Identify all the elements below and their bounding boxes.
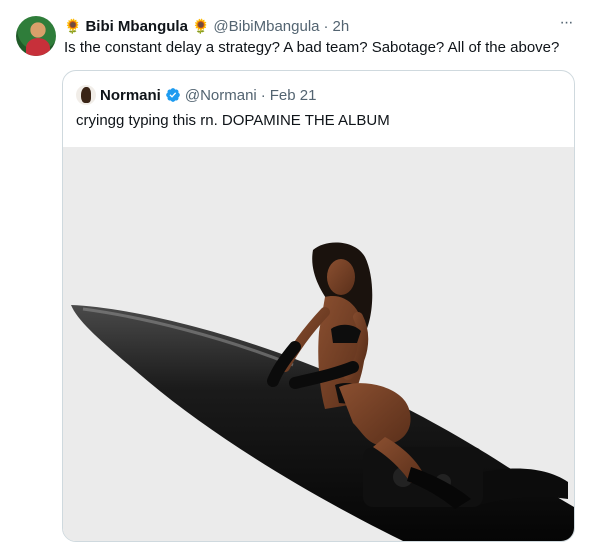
quoted-display-name[interactable]: Normani (100, 87, 161, 104)
handle[interactable]: @BibiMbangula (213, 18, 319, 35)
tweet-text: Is the constant delay a strategy? A bad … (64, 39, 560, 56)
more-icon[interactable]: ··· (555, 15, 577, 36)
sunflower-icon: 🌻 (64, 18, 82, 34)
album-art-illustration (63, 147, 574, 541)
display-name[interactable]: Bibi Mbangula (85, 18, 188, 35)
quoted-tweet[interactable]: Normani @Normani · Feb 21 cryingg typing… (62, 70, 575, 542)
sunflower-icon: 🌻 (191, 18, 210, 34)
media-image[interactable] (63, 147, 574, 541)
separator: · (323, 17, 329, 35)
tweet-header: 🌻 Bibi Mbangula 🌻 @BibiMbangula · 2h (64, 16, 349, 36)
verified-badge-icon (166, 88, 180, 102)
separator: · (260, 86, 266, 104)
quoted-tweet-text: cryingg typing this rn. DOPAMINE THE ALB… (76, 112, 390, 129)
avatar[interactable] (16, 16, 56, 56)
timestamp[interactable]: 2h (333, 18, 350, 35)
quoted-handle[interactable]: @Normani (185, 87, 257, 104)
quoted-date[interactable]: Feb 21 (270, 87, 317, 104)
quoted-tweet-header: Normani @Normani · Feb 21 (76, 85, 316, 105)
tweet[interactable]: 🌻 Bibi Mbangula 🌻 @BibiMbangula · 2h ···… (0, 0, 595, 542)
avatar[interactable] (76, 85, 96, 105)
